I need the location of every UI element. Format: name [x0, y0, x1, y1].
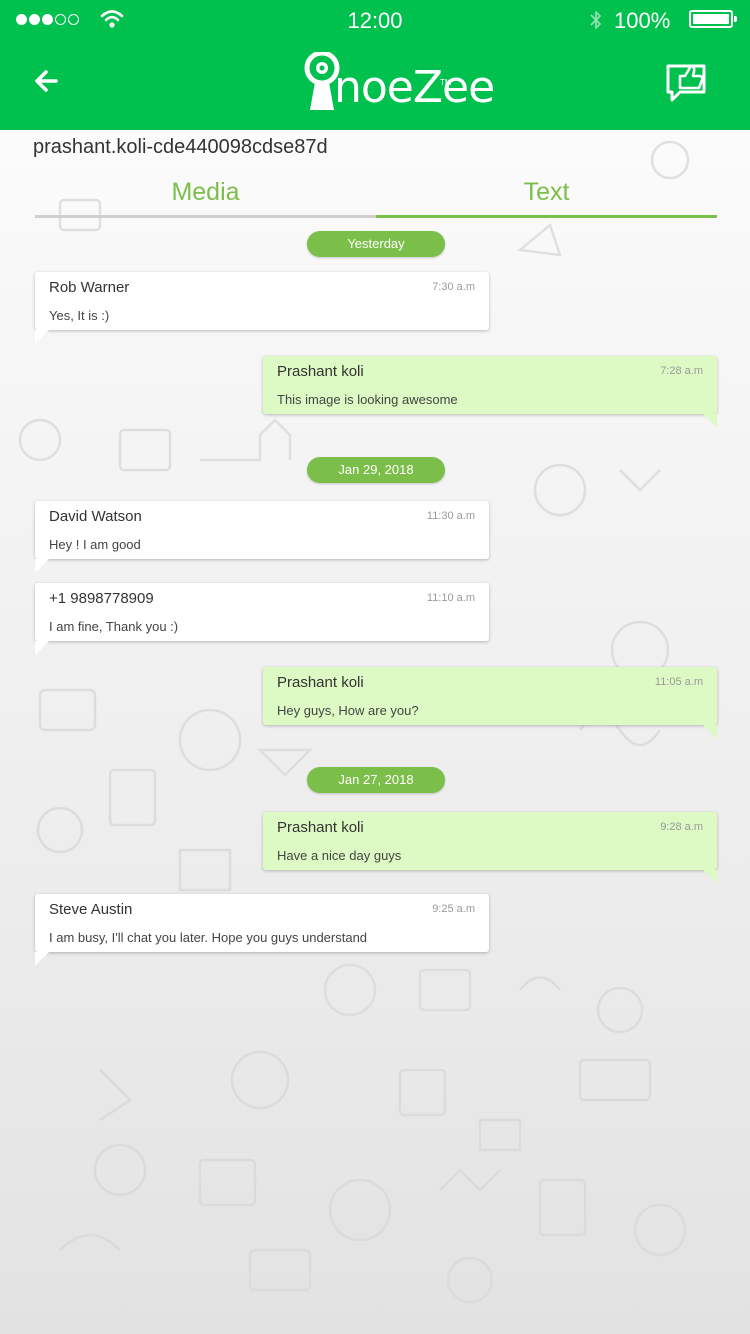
thumbs-up-chat-icon[interactable] — [664, 60, 712, 106]
message-time: 11:10 a.m — [426, 592, 475, 604]
tab-bar: Media Text — [35, 172, 717, 218]
date-divider: Yesterday — [307, 231, 445, 257]
message-outgoing[interactable]: Prashant koli 9:28 a.m Have a nice day g… — [263, 812, 717, 884]
back-arrow-icon[interactable] — [30, 66, 64, 96]
message-outgoing[interactable]: Prashant koli 7:28 a.m This image is loo… — [263, 356, 717, 428]
message-sender: Prashant koli — [277, 674, 364, 691]
message-time: 7:28 a.m — [660, 365, 703, 377]
message-sender: David Watson — [49, 508, 142, 525]
app-header: 12:00 100% noeZee TM — [0, 0, 750, 130]
bluetooth-icon — [590, 11, 601, 29]
message-text: Yes, It is :) — [49, 308, 110, 323]
message-sender: Steve Austin — [49, 901, 133, 918]
message-incoming[interactable]: Rob Warner 7:30 a.m Yes, It is :) — [35, 272, 489, 344]
message-incoming[interactable]: David Watson 11:30 a.m Hey ! I am good — [35, 501, 489, 573]
message-time: 7:30 a.m — [432, 281, 475, 293]
message-sender: Rob Warner — [49, 279, 130, 296]
tab-media[interactable]: Media — [35, 172, 376, 218]
tab-text[interactable]: Text — [376, 172, 717, 218]
message-sender: Prashant koli — [277, 363, 364, 380]
message-sender: +1 9898778909 — [49, 590, 154, 607]
message-text: Hey ! I am good — [49, 537, 141, 552]
message-incoming[interactable]: +1 9898778909 11:10 a.m I am fine, Thank… — [35, 583, 489, 655]
message-time: 11:30 a.m — [426, 510, 475, 522]
battery-percentage: 100% — [614, 8, 671, 33]
message-text: I am busy, I'll chat you later. Hope you… — [49, 930, 368, 945]
message-outgoing[interactable]: Prashant koli 11:05 a.m Hey guys, How ar… — [263, 667, 717, 739]
date-divider: Jan 29, 2018 — [307, 457, 445, 483]
message-incoming[interactable]: Steve Austin 9:25 a.m I am busy, I'll ch… — [35, 894, 489, 966]
app-logo: noeZee TM — [304, 52, 495, 114]
chat-id: prashant.koli-cde440098cdse87d — [33, 136, 328, 158]
battery-icon — [689, 10, 737, 28]
date-divider: Jan 27, 2018 — [307, 767, 445, 793]
logo-text: noeZee — [334, 62, 495, 113]
message-time: 11:05 a.m — [654, 676, 703, 688]
message-text: I am fine, Thank you :) — [49, 619, 179, 634]
message-sender: Prashant koli — [277, 819, 364, 836]
logo-trademark: TM — [440, 78, 452, 87]
status-bar: 12:00 100% — [0, 0, 750, 40]
message-text: This image is looking awesome — [277, 392, 458, 407]
message-time: 9:28 a.m — [660, 821, 703, 833]
message-text: Have a nice day guys — [277, 848, 402, 863]
message-text: Hey guys, How are you? — [277, 703, 419, 718]
message-time: 9:25 a.m — [432, 903, 475, 915]
